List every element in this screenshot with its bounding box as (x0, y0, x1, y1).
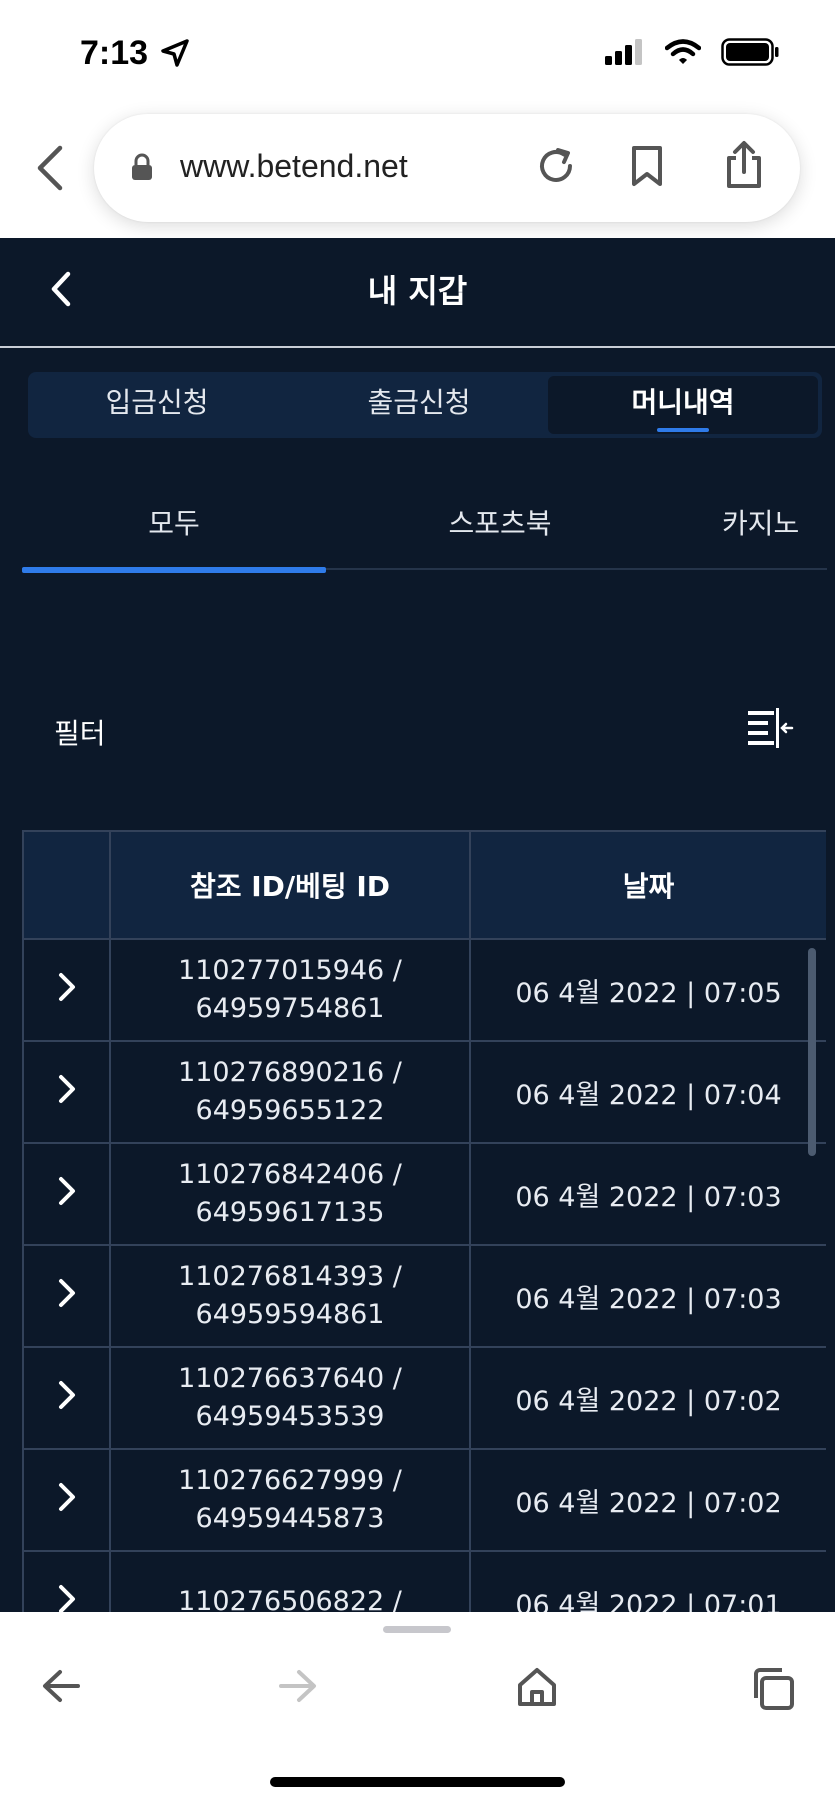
table-row[interactable]: 110276637640 / 64959453539 06 4월 2022 | 0… (22, 1346, 826, 1450)
expand-row-icon[interactable] (22, 1040, 111, 1144)
ref-bet-id-cell: 110276506822 / (109, 1550, 471, 1612)
bet-id: 64959655122 (195, 1095, 385, 1126)
expand-row-icon[interactable] (22, 1142, 111, 1246)
ref-bet-id-cell: 110276637640 / 64959453539 (109, 1346, 471, 1450)
ref-id: 110276627999 / (178, 1465, 402, 1496)
history-table-container: 참조 ID/베팅 ID 날짜 110277015946 / 64959754861… (22, 830, 826, 1612)
bet-id: 64959594861 (195, 1299, 385, 1330)
filter-toggle-icon[interactable] (748, 708, 794, 754)
ref-bet-id-cell: 110276842406 / 64959617135 (109, 1142, 471, 1246)
history-table: 참조 ID/베팅 ID 날짜 110277015946 / 64959754861… (22, 830, 826, 1612)
filter-label[interactable]: 필터 (54, 712, 106, 752)
address-bar[interactable]: www.betend.net (94, 114, 800, 222)
url-text[interactable]: www.betend.net (180, 148, 408, 185)
ref-id: 110277015946 / (178, 955, 402, 986)
reload-icon[interactable] (534, 144, 578, 192)
forward-arrow-icon[interactable] (277, 1666, 319, 1710)
bet-id: 64959453539 (195, 1401, 385, 1432)
header-ref-id: 참조 ID/베팅 ID (109, 830, 471, 940)
expand-row-icon[interactable] (22, 1448, 111, 1552)
expand-row-icon[interactable] (22, 1346, 111, 1450)
tab-deposit[interactable]: 입금신청 (28, 372, 286, 438)
expand-row-icon[interactable] (22, 938, 111, 1042)
ref-id: 110276814393 / (178, 1261, 402, 1292)
lock-icon (130, 152, 154, 186)
expand-row-icon[interactable] (22, 1550, 111, 1612)
tab-withdraw[interactable]: 출금신청 (290, 372, 548, 438)
location-arrow-icon (160, 38, 190, 72)
tabs-icon[interactable] (750, 1666, 796, 1716)
date-cell: 06 4월 2022 | 07:01 (469, 1550, 826, 1612)
bet-id: 64959754861 (195, 993, 385, 1024)
ref-id: 110276890216 / (178, 1057, 402, 1088)
home-icon[interactable] (516, 1666, 558, 1712)
date-cell: 06 4월 2022 | 07:04 (469, 1040, 826, 1144)
toolbar-handle[interactable] (383, 1626, 451, 1633)
tab-money-history[interactable]: 머니내역 (548, 376, 818, 434)
category-tabs: 모두 스포츠북 카지노 (22, 488, 835, 578)
table-row[interactable]: 110276842406 / 64959617135 06 4월 2022 | 0… (22, 1142, 826, 1246)
share-icon[interactable] (724, 140, 764, 194)
bookmark-icon[interactable] (629, 144, 665, 192)
home-indicator (270, 1777, 565, 1787)
date-cell: 06 4월 2022 | 07:03 (469, 1142, 826, 1246)
date-cell: 06 4월 2022 | 07:05 (469, 938, 826, 1042)
subtab-active-indicator (22, 567, 326, 573)
table-row[interactable]: 110276890216 / 64959655122 06 4월 2022 | 0… (22, 1040, 826, 1144)
date-cell: 06 4월 2022 | 07:02 (469, 1346, 826, 1450)
table-row[interactable]: 110276627999 / 64959445873 06 4월 2022 | 0… (22, 1448, 826, 1552)
ref-bet-id-cell: 110276890216 / 64959655122 (109, 1040, 471, 1144)
table-header-row: 참조 ID/베팅 ID 날짜 (22, 830, 826, 940)
ref-id: 110276506822 / (178, 1586, 402, 1612)
table-row[interactable]: 110276506822 / 06 4월 2022 | 07:01 (22, 1550, 826, 1612)
table-row[interactable]: 110276814393 / 64959594861 06 4월 2022 | 0… (22, 1244, 826, 1348)
tab-money-history-label: 머니내역 (631, 386, 735, 419)
status-bar: 7:13 (0, 0, 835, 108)
page-title: 내 지갑 (367, 272, 468, 310)
ref-id: 110276842406 / (178, 1159, 402, 1190)
header-date: 날짜 (469, 830, 826, 940)
wallet-app: 내 지갑 입금신청 출금신청 머니내역 모두 스포츠북 카지노 필터 참조 ID… (0, 238, 835, 1612)
status-time: 7:13 (80, 34, 149, 72)
wallet-segment-control: 입금신청 출금신청 머니내역 (28, 372, 822, 438)
ref-bet-id-cell: 110276814393 / 64959594861 (109, 1244, 471, 1348)
wifi-icon (664, 39, 702, 69)
ref-id: 110276637640 / (178, 1363, 402, 1394)
app-header: 내 지갑 (0, 238, 835, 348)
signal-icon (605, 39, 645, 69)
browser-back-icon[interactable] (30, 140, 70, 196)
battery-icon (721, 38, 779, 70)
expand-row-icon[interactable] (22, 1244, 111, 1348)
table-row[interactable]: 110277015946 / 64959754861 06 4월 2022 | 0… (22, 938, 826, 1042)
date-cell: 06 4월 2022 | 07:02 (469, 1448, 826, 1552)
browser-toolbar (0, 1612, 835, 1807)
back-arrow-icon[interactable] (40, 1666, 82, 1710)
active-tab-indicator (657, 428, 709, 432)
ref-bet-id-cell: 110276627999 / 64959445873 (109, 1448, 471, 1552)
subtab-casino[interactable]: 카지노 (722, 488, 835, 560)
subtab-all[interactable]: 모두 (22, 488, 326, 560)
ref-bet-id-cell: 110277015946 / 64959754861 (109, 938, 471, 1042)
bet-id: 64959617135 (195, 1197, 385, 1228)
date-cell: 06 4월 2022 | 07:03 (469, 1244, 826, 1348)
header-expand (22, 830, 111, 940)
browser-bar: www.betend.net (0, 108, 835, 238)
table-scrollbar[interactable] (808, 948, 816, 1156)
subtab-sportsbook[interactable]: 스포츠북 (348, 488, 652, 560)
bet-id: 64959445873 (195, 1503, 385, 1534)
